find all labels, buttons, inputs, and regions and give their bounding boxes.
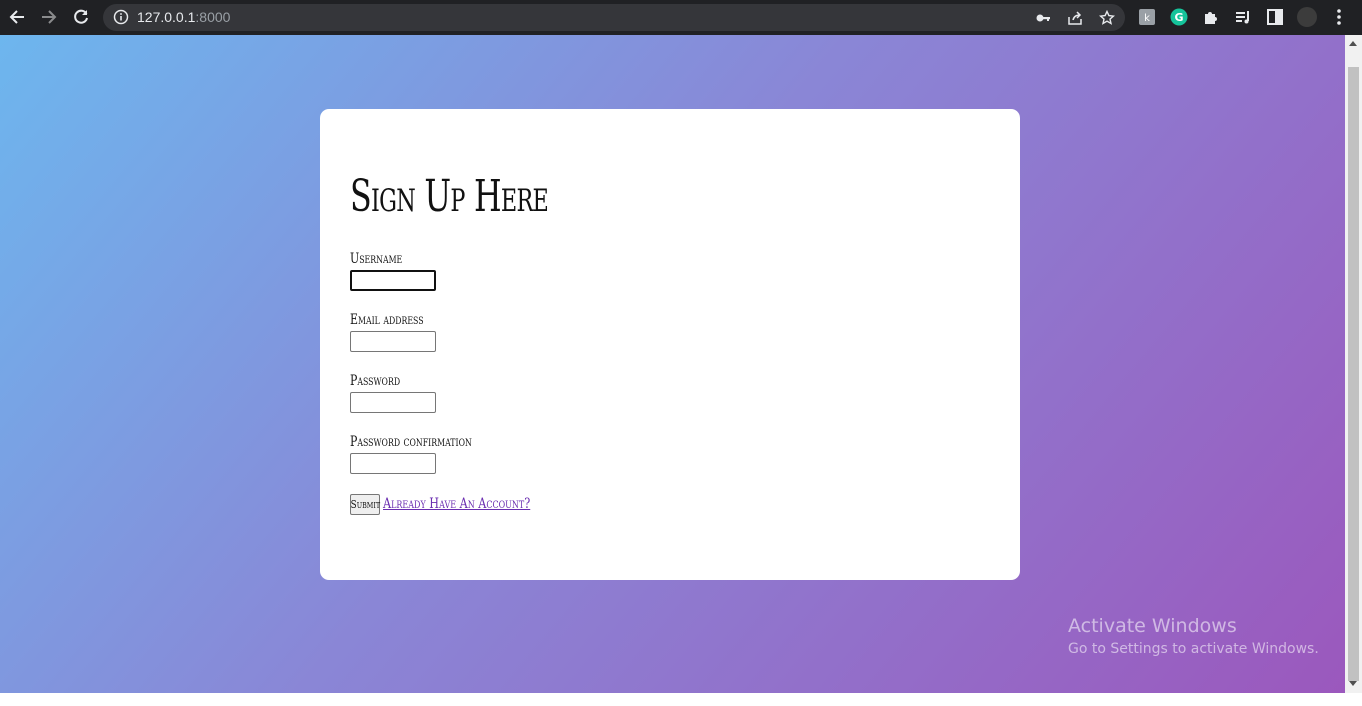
scrollbar[interactable] [1345,35,1362,693]
puzzle-extensions-icon[interactable] [1201,7,1221,27]
profile-avatar-icon[interactable] [1297,7,1317,27]
browser-toolbar: 127.0.0.1:8000 k G [0,0,1362,35]
email-input[interactable] [350,331,436,352]
submit-button[interactable]: Submit [350,494,380,515]
activate-windows-subtitle: Go to Settings to activate Windows. [1068,641,1319,657]
page-title: Sign Up Here [350,171,549,222]
activate-windows-title: Activate Windows [1068,615,1237,637]
back-arrow-icon[interactable] [6,6,28,28]
scroll-down-arrow-icon[interactable] [1349,681,1357,686]
scrollbar-thumb[interactable] [1348,67,1359,681]
address-bar[interactable]: 127.0.0.1:8000 [103,4,1125,31]
share-icon[interactable] [1066,9,1084,27]
page-viewport: Sign Up Here Username Email address Pass… [0,35,1345,693]
email-label: Email address [350,312,424,328]
svg-text:G: G [1174,11,1183,24]
password-label: Password [350,373,401,389]
menu-kebab-icon[interactable] [1329,7,1349,27]
url-host: 127.0.0.1 [137,9,196,25]
extension-k-icon[interactable]: k [1137,7,1157,27]
star-icon[interactable] [1098,9,1116,27]
signup-card: Sign Up Here Username Email address Pass… [320,109,1020,580]
url-text[interactable]: 127.0.0.1:8000 [137,9,230,25]
password-confirmation-label: Password confirmation [350,434,472,450]
login-link[interactable]: Already Have An Account? [383,496,530,512]
password-confirmation-input[interactable] [350,453,436,474]
forward-arrow-icon[interactable] [38,6,60,28]
bottom-strip [0,693,1362,706]
password-key-icon[interactable] [1034,9,1052,27]
scroll-up-arrow-icon[interactable] [1349,41,1357,46]
svg-text:k: k [1144,13,1150,24]
site-info-icon[interactable] [113,9,129,25]
reload-icon[interactable] [70,6,92,28]
username-label: Username [350,251,403,267]
reading-list-icon[interactable] [1233,7,1253,27]
side-panel-icon[interactable] [1265,7,1285,27]
url-port: :8000 [195,9,231,25]
username-input[interactable] [350,270,436,291]
submit-button-label: Submit [350,498,380,511]
grammarly-icon[interactable]: G [1169,7,1189,27]
password-input[interactable] [350,392,436,413]
